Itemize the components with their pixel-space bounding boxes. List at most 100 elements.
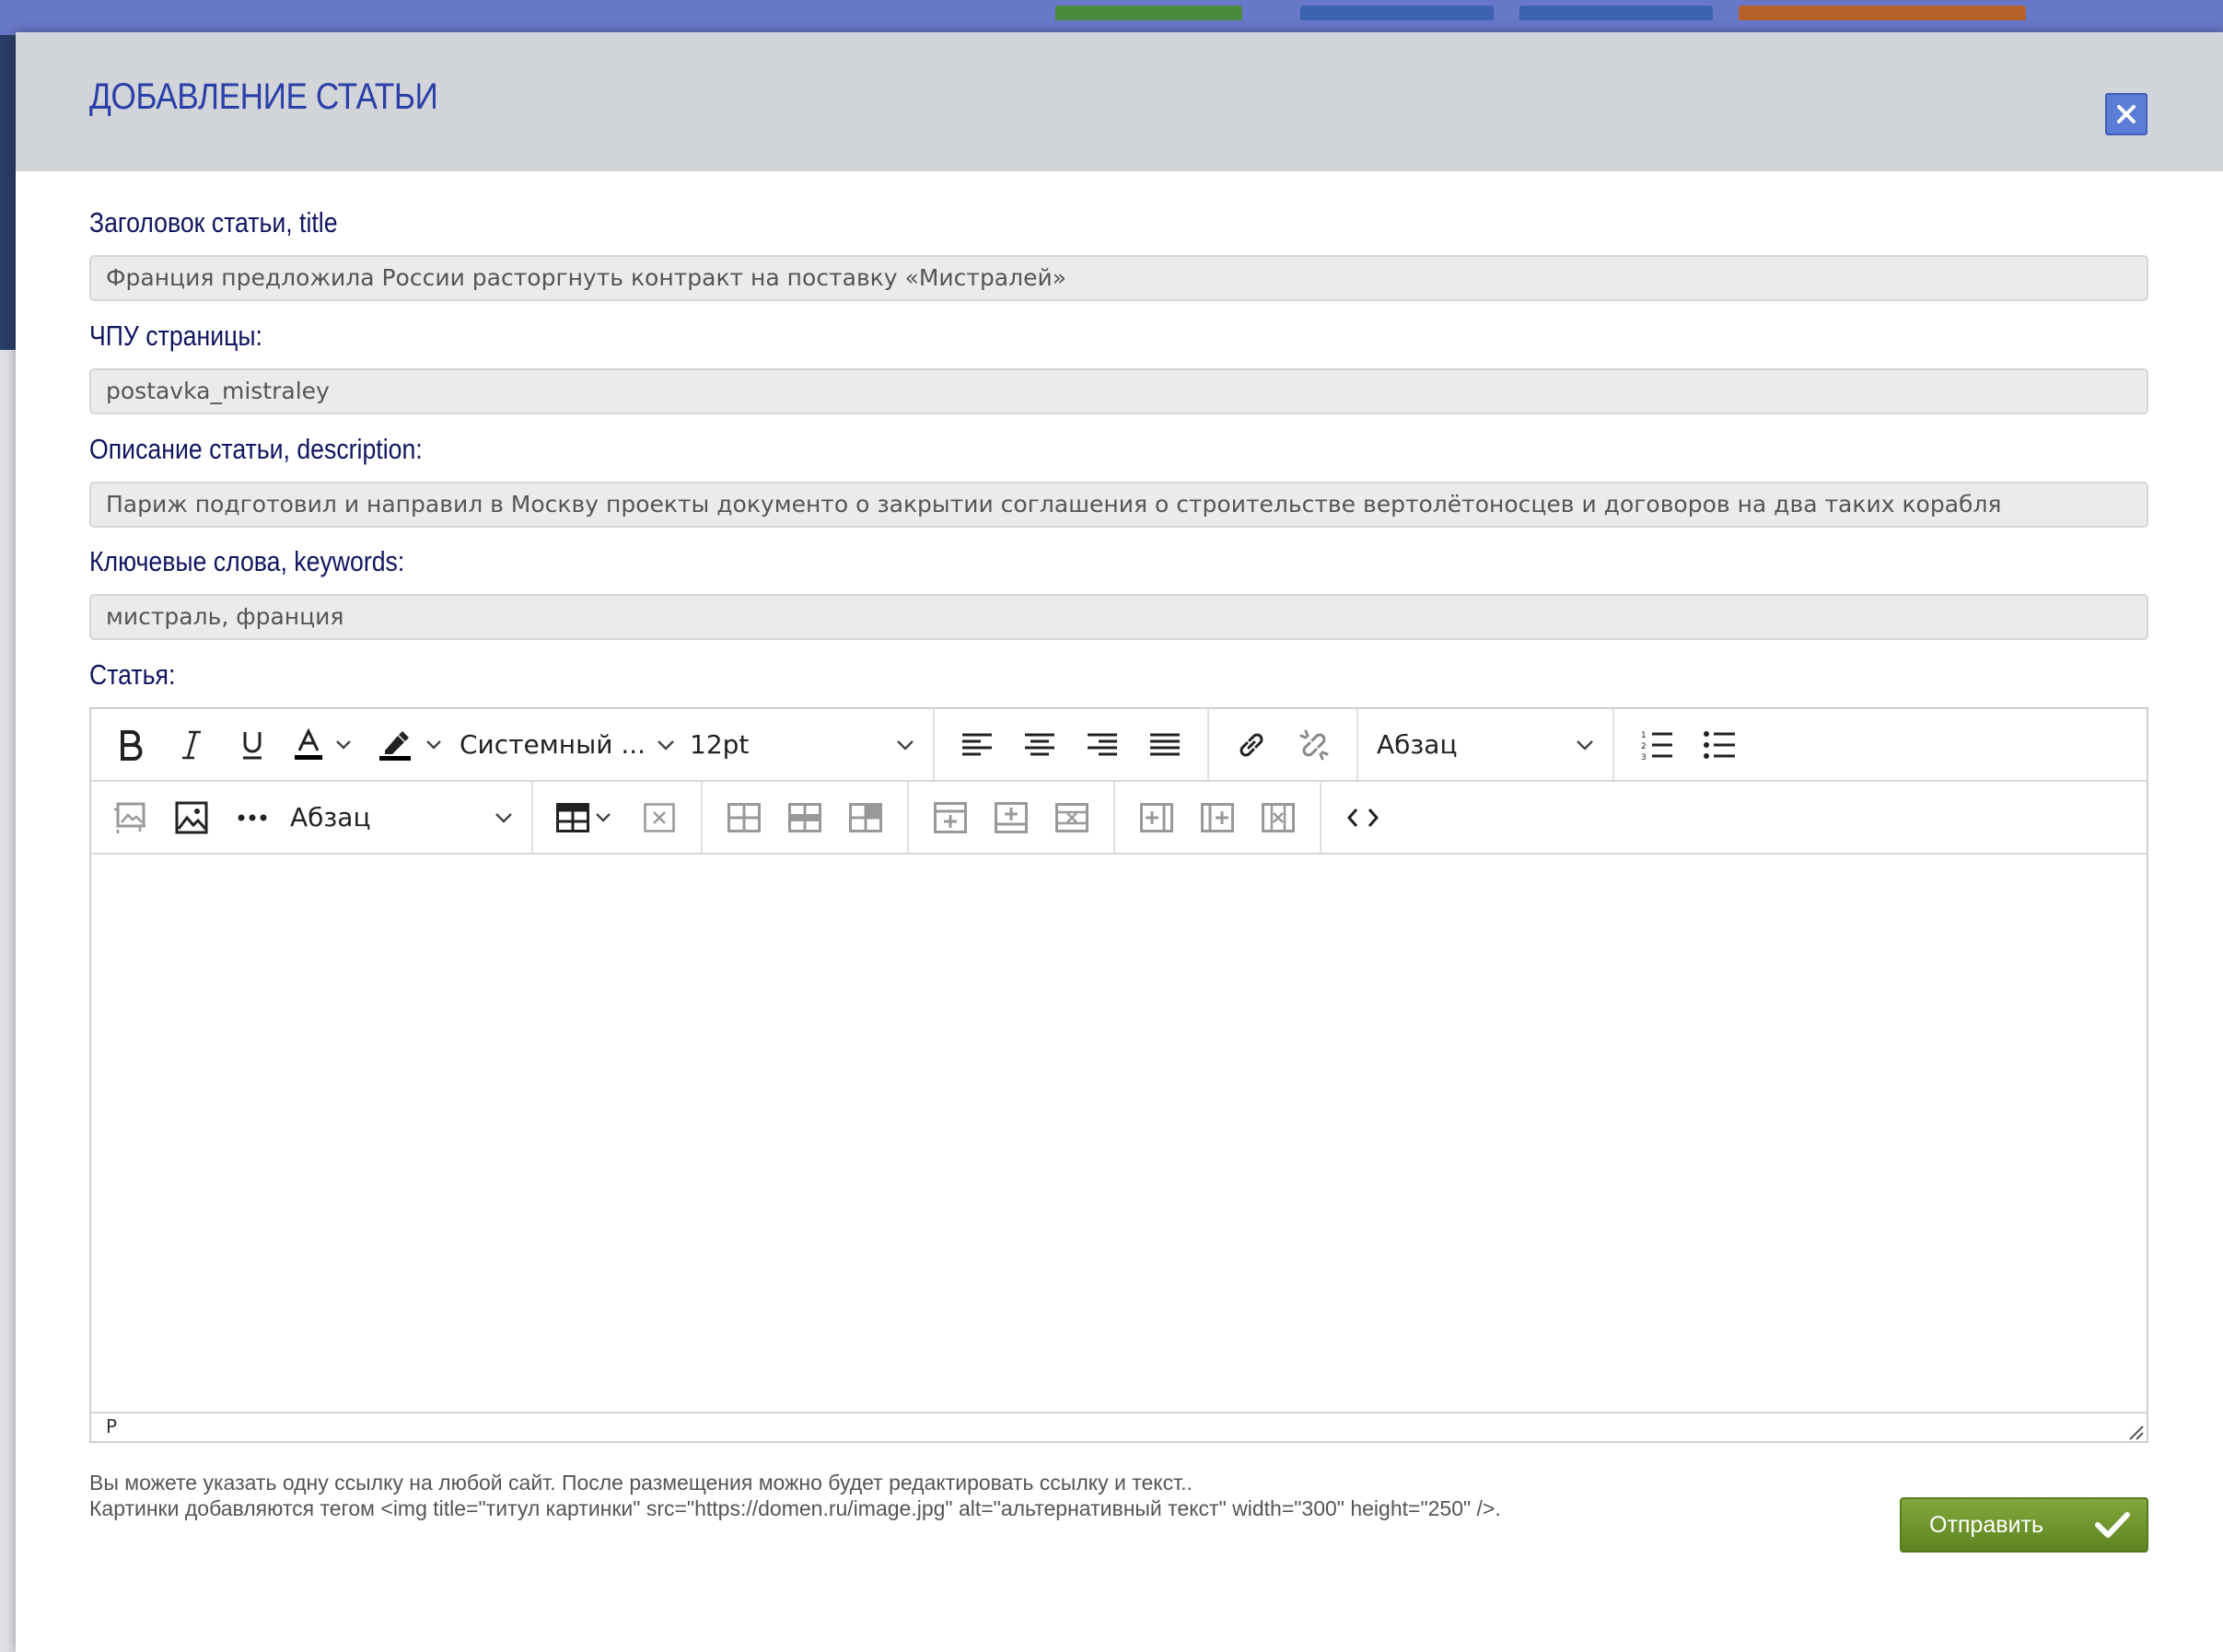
list-group: 1 2 3 <box>1614 709 1762 780</box>
align-group <box>935 709 1209 780</box>
image-edit-icon <box>114 802 145 833</box>
align-right-icon <box>1088 733 1117 755</box>
title-field[interactable]: Франция предложила России расторгнуть ко… <box>89 255 2148 301</box>
block-format-select-2[interactable]: Абзац <box>283 792 520 843</box>
element-path[interactable]: P <box>106 1415 117 1437</box>
article-label: Статья: <box>89 658 176 691</box>
delete-row-button[interactable] <box>1046 792 1098 843</box>
ordered-list-icon: 1 2 3 <box>1641 731 1672 761</box>
table-button[interactable] <box>549 792 624 843</box>
bullet-list-button[interactable] <box>1693 719 1745 771</box>
insert-row-after-icon <box>995 801 1028 833</box>
text-color-icon <box>295 727 322 760</box>
text-color-button[interactable] <box>287 719 363 771</box>
link-group <box>1209 709 1358 780</box>
code-icon <box>1347 808 1379 827</box>
align-center-icon <box>1025 733 1054 755</box>
delete-row-icon <box>1055 802 1088 832</box>
help-note-line-1: Вы можете указать одну ссылку на любой с… <box>89 1471 1193 1495</box>
backdrop-tab <box>1739 6 2026 20</box>
help-note-line-2: Картинки добавляются тегом <img title="т… <box>89 1496 1501 1520</box>
svg-text:2: 2 <box>1641 742 1647 751</box>
description-field[interactable]: Париж подготовил и направил в Москву про… <box>89 482 2148 528</box>
table-col-group <box>1115 782 1321 853</box>
more-button[interactable] <box>227 792 278 843</box>
keywords-field[interactable]: мистраль, франция <box>89 594 2148 640</box>
font-family-select[interactable]: Системный ... <box>452 719 682 771</box>
bullet-list-icon <box>1704 730 1735 759</box>
font-family-value: Системный ... <box>460 729 646 760</box>
chevron-down-icon <box>897 739 914 750</box>
block-format-select[interactable]: Абзац <box>1369 719 1601 771</box>
image-button[interactable] <box>166 792 217 843</box>
code-group <box>1321 782 1404 853</box>
chevron-down-icon <box>495 812 512 823</box>
table-row-props-icon <box>727 802 761 832</box>
insert-row-before-button[interactable] <box>925 792 976 843</box>
backdrop-tab <box>1519 6 1713 20</box>
font-size-select[interactable]: 12pt <box>682 719 922 771</box>
chevron-down-icon <box>1577 739 1593 750</box>
chevron-down-icon <box>596 812 611 822</box>
underline-icon <box>243 731 262 759</box>
editor-content-area[interactable] <box>91 855 2147 1412</box>
insert-row-after-button[interactable] <box>985 792 1037 843</box>
backdrop-tab <box>1055 6 1242 20</box>
svg-text:3: 3 <box>1641 753 1647 761</box>
submit-button[interactable]: Отправить <box>1900 1497 2148 1553</box>
block-format-value-2: Абзац <box>290 802 371 832</box>
chevron-down-icon <box>658 739 674 750</box>
slug-field[interactable]: postavka_mistraley <box>89 368 2148 414</box>
delete-table-icon <box>644 802 675 832</box>
bold-icon <box>121 729 143 761</box>
table-insert-group <box>909 782 1115 853</box>
italic-icon <box>182 730 201 759</box>
editor-toolbar-row-1: Системный ... 12pt Абзац 1 2 3 <box>91 709 2147 782</box>
delete-table-button[interactable] <box>634 792 685 843</box>
resize-handle-icon[interactable] <box>2126 1423 2145 1441</box>
image-edit-button[interactable] <box>105 792 157 843</box>
underline-button[interactable] <box>227 719 278 771</box>
align-left-button[interactable] <box>951 719 1003 771</box>
link-icon <box>1240 733 1263 756</box>
svg-text:1: 1 <box>1641 731 1647 740</box>
unlink-icon <box>1299 729 1329 760</box>
close-button[interactable] <box>2105 93 2147 135</box>
source-code-button[interactable] <box>1337 792 1389 843</box>
link-button[interactable] <box>1226 719 1277 771</box>
justify-icon <box>1150 733 1180 755</box>
close-icon <box>2117 105 2136 123</box>
font-size-value: 12pt <box>690 729 750 760</box>
delete-col-button[interactable] <box>1252 792 1304 843</box>
backdrop-page <box>0 350 17 1652</box>
table-row-props-button[interactable] <box>718 792 770 843</box>
editor-statusbar: P <box>91 1412 2147 1441</box>
title-label: Заголовок статьи, title <box>89 206 338 238</box>
highlight-button[interactable] <box>372 719 448 771</box>
justify-button[interactable] <box>1139 719 1191 771</box>
table-row-insert-button[interactable] <box>779 792 831 843</box>
unlink-button[interactable] <box>1288 719 1340 771</box>
insert-col-after-button[interactable] <box>1192 792 1243 843</box>
slug-label: ЧПУ страницы: <box>89 320 262 352</box>
bold-button[interactable] <box>105 719 157 771</box>
table-row-insert-icon <box>788 802 821 832</box>
modal-header: ДОБАВЛЕНИЕ СТАТЬИ <box>16 32 2223 171</box>
insert-col-before-button[interactable] <box>1131 792 1182 843</box>
chevron-down-icon <box>336 739 351 750</box>
editor-toolbar-row-2: Абзац <box>91 782 2147 855</box>
table-cell-props-icon <box>849 802 882 832</box>
modal-title: ДОБАВЛЕНИЕ СТАТЬИ <box>89 76 438 117</box>
table-group <box>533 782 703 853</box>
table-cell-props-button[interactable] <box>840 792 891 843</box>
ordered-list-button[interactable]: 1 2 3 <box>1631 719 1682 771</box>
italic-button[interactable] <box>166 719 217 771</box>
align-center-button[interactable] <box>1014 719 1065 771</box>
table-row-group <box>703 782 909 853</box>
image-icon <box>175 801 208 833</box>
add-article-modal: ДОБАВЛЕНИЕ СТАТЬИ Заголовок статьи, titl… <box>16 32 2223 1652</box>
insert-row-before-icon <box>934 801 967 833</box>
insert-col-before-icon <box>1140 802 1173 832</box>
block-format-group: Абзац <box>1358 709 1614 780</box>
align-right-button[interactable] <box>1077 719 1128 771</box>
